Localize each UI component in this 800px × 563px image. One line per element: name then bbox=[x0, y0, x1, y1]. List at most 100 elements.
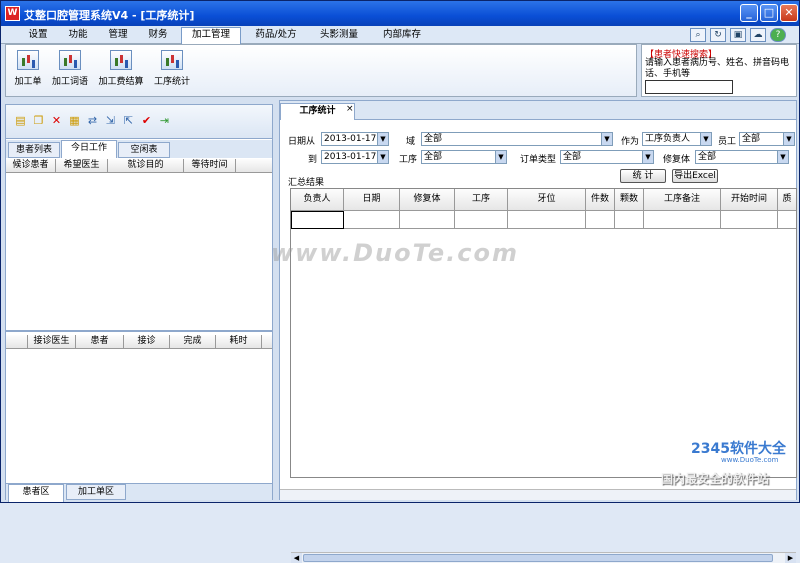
col-finished[interactable]: 完成 bbox=[170, 335, 216, 349]
import-icon[interactable]: ⇲ bbox=[104, 114, 117, 127]
col-quality[interactable]: 质 bbox=[778, 189, 796, 211]
menu-settings[interactable]: 设置 bbox=[21, 28, 55, 44]
window-icon[interactable]: ▣ bbox=[730, 28, 746, 42]
domain-select[interactable]: 全部 ▼ bbox=[421, 132, 613, 146]
col-date[interactable]: 日期 bbox=[344, 189, 400, 211]
table-cell[interactable] bbox=[344, 211, 400, 229]
col-preferred-doctor[interactable]: 希望医生 bbox=[56, 159, 108, 173]
chevron-down-icon: ▼ bbox=[601, 133, 612, 145]
table-cell[interactable] bbox=[400, 211, 455, 229]
left-bottom-tabs: 患者区 加工单区 bbox=[6, 483, 272, 502]
menu-functions[interactable]: 功能 bbox=[61, 28, 95, 44]
footer-logo: 2345软件大全 www.DuoTe.com 国内最安全的软件站 bbox=[651, 426, 800, 496]
col-wait-time[interactable]: 等待时间 bbox=[184, 159, 236, 173]
help-icon[interactable]: ? bbox=[770, 28, 786, 42]
col-received[interactable]: 接诊 bbox=[124, 335, 170, 349]
table-cell[interactable] bbox=[455, 211, 508, 229]
role-select[interactable]: 工序负责人 ▼ bbox=[642, 132, 712, 146]
process-select[interactable]: 全部 ▼ bbox=[421, 150, 507, 164]
table-cell[interactable] bbox=[644, 211, 721, 229]
menu-finance[interactable]: 财务 bbox=[141, 28, 175, 44]
col-process-note[interactable]: 工序备注 bbox=[644, 189, 721, 211]
maximize-button[interactable]: □ bbox=[760, 4, 778, 22]
export-excel-button[interactable]: 导出Excel bbox=[672, 169, 718, 183]
edit-icon[interactable]: ▦ bbox=[68, 114, 81, 127]
check-icon[interactable]: ✔ bbox=[140, 114, 153, 127]
quick-search-hint: 请输入患者病历号、姓名、拼音码电话、手机等 bbox=[645, 58, 790, 79]
export-icon[interactable]: ⇱ bbox=[122, 114, 135, 127]
process-stats-icon bbox=[161, 50, 183, 70]
table-cell[interactable] bbox=[615, 211, 644, 229]
chevron-down-icon: ▼ bbox=[377, 151, 388, 163]
chevron-down-icon: ▼ bbox=[377, 133, 388, 145]
fee-settlement-icon bbox=[110, 50, 132, 70]
horizontal-scrollbar[interactable]: ◀ ▶ bbox=[291, 552, 796, 563]
table-cell[interactable] bbox=[508, 211, 586, 229]
summary-label: 汇总结果 bbox=[288, 178, 325, 188]
exit-icon[interactable]: ⇥ bbox=[158, 114, 171, 127]
order-type-select[interactable]: 全部 ▼ bbox=[560, 150, 654, 164]
splitter[interactable] bbox=[6, 330, 272, 332]
col-tooth-position[interactable]: 牙位 bbox=[508, 189, 586, 211]
col-attending-doctor[interactable]: 接诊医生 bbox=[28, 335, 76, 349]
window-title: 艾整口腔管理系统V4 - [工序统计] bbox=[24, 9, 195, 22]
tab-free-schedule[interactable]: 空闲表 bbox=[118, 142, 170, 158]
scroll-right-icon[interactable]: ▶ bbox=[785, 553, 796, 563]
table-row[interactable] bbox=[291, 211, 796, 229]
app-icon: W bbox=[5, 6, 20, 21]
date-to-picker[interactable]: 2013-01-17 ▼ bbox=[321, 150, 389, 164]
table-cell[interactable] bbox=[721, 211, 778, 229]
chat-icon[interactable]: ☁ bbox=[750, 28, 766, 42]
app-window: W 艾整口腔管理系统V4 - [工序统计] _ □ ✕ 设置 功能 管理 财务 … bbox=[0, 0, 800, 563]
scroll-left-icon[interactable]: ◀ bbox=[291, 553, 302, 563]
menu-processing[interactable]: 加工管理 bbox=[181, 27, 241, 44]
copy-icon[interactable]: ❐ bbox=[32, 114, 45, 127]
processing-terms-button[interactable]: 加工词语 bbox=[48, 48, 92, 94]
chevron-down-icon: ▼ bbox=[783, 133, 794, 145]
date-from-picker[interactable]: 2013-01-17 ▼ bbox=[321, 132, 389, 146]
col-visit-purpose[interactable]: 就诊目的 bbox=[108, 159, 184, 173]
logo-url: www.DuoTe.com bbox=[721, 456, 779, 464]
menu-cephalometry[interactable]: 头影测量 bbox=[311, 28, 367, 44]
col-owner[interactable]: 负责人 bbox=[291, 189, 344, 211]
processing-order-icon bbox=[17, 50, 39, 70]
tab-close-icon[interactable]: × bbox=[346, 104, 354, 114]
col-duration[interactable]: 耗时 bbox=[216, 335, 262, 349]
menu-inventory[interactable]: 内部库存 bbox=[373, 28, 431, 44]
col-patient[interactable]: 患者 bbox=[76, 335, 124, 349]
cycle-icon[interactable]: ↻ bbox=[710, 28, 726, 42]
process-stats-button[interactable]: 工序统计 bbox=[150, 48, 194, 94]
col-process[interactable]: 工序 bbox=[455, 189, 508, 211]
restoration-label: 修复体 bbox=[663, 155, 691, 165]
col-restoration[interactable]: 修复体 bbox=[400, 189, 455, 211]
delete-icon[interactable]: ✕ bbox=[50, 114, 63, 127]
tab-today-work[interactable]: 今日工作 bbox=[61, 140, 117, 158]
title-bar: W 艾整口腔管理系统V4 - [工序统计] _ □ ✕ bbox=[1, 1, 799, 26]
tab-patient-area[interactable]: 患者区 bbox=[8, 484, 64, 502]
scroll-thumb[interactable] bbox=[303, 554, 773, 562]
tab-patient-list[interactable]: 患者列表 bbox=[8, 142, 60, 158]
col-unit-count[interactable]: 颗数 bbox=[615, 189, 644, 211]
col-waiting-patient[interactable]: 候诊患者 bbox=[6, 159, 56, 173]
col-start-time[interactable]: 开始时间 bbox=[721, 189, 778, 211]
close-button[interactable]: ✕ bbox=[780, 4, 798, 22]
fee-settlement-button[interactable]: 加工费结算 bbox=[94, 48, 148, 94]
staff-select[interactable]: 全部 ▼ bbox=[739, 132, 795, 146]
quick-search-input[interactable] bbox=[645, 80, 733, 94]
tab-order-area[interactable]: 加工单区 bbox=[66, 484, 126, 500]
minimize-button[interactable]: _ bbox=[740, 4, 758, 22]
menu-management[interactable]: 管理 bbox=[101, 28, 135, 44]
col-piece-count[interactable]: 件数 bbox=[586, 189, 615, 211]
document-tabs: 工序统计 × bbox=[280, 101, 796, 120]
transfer-icon[interactable]: ⇄ bbox=[86, 114, 99, 127]
table-cell[interactable] bbox=[586, 211, 615, 229]
table-cell[interactable] bbox=[291, 211, 344, 229]
waiting-grid-header: 候诊患者 希望医生 就诊目的 等待时间 bbox=[6, 159, 272, 173]
search-icon[interactable]: ⌕ bbox=[690, 28, 706, 42]
tab-process-stats[interactable]: 工序统计 bbox=[280, 103, 355, 120]
stat-button[interactable]: 统 计 bbox=[620, 169, 666, 183]
menu-medicine[interactable]: 药品/处方 bbox=[247, 28, 305, 44]
processing-order-button[interactable]: 加工单 bbox=[10, 48, 46, 94]
new-icon[interactable]: ▤ bbox=[14, 114, 27, 127]
restoration-select[interactable]: 全部 ▼ bbox=[695, 150, 789, 164]
